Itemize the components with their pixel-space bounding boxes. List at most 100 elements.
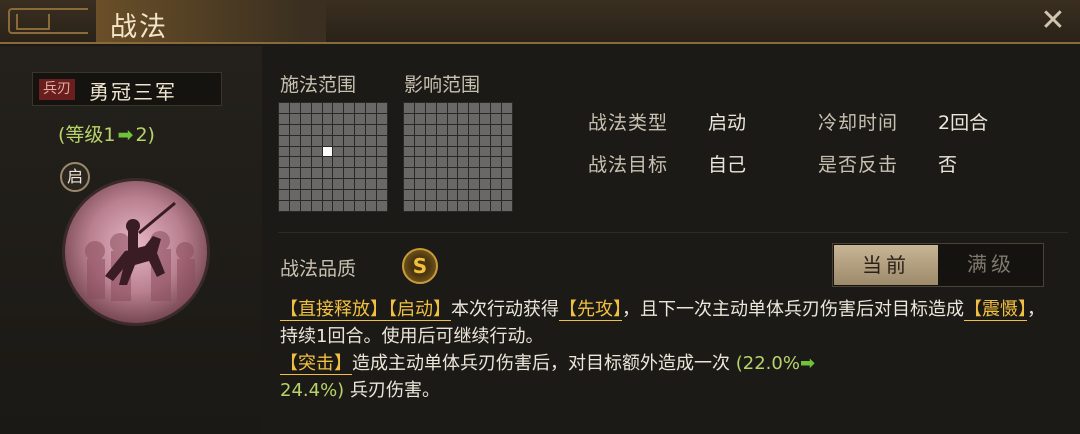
- range-cell: [491, 103, 502, 113]
- range-cell: [344, 168, 355, 179]
- close-icon[interactable]: ✕: [1040, 3, 1065, 38]
- range-cell: [366, 190, 377, 201]
- range-cell: [311, 168, 322, 179]
- range-cell: [355, 113, 366, 124]
- range-cell: [377, 103, 387, 113]
- keyword-tag: 【先攻】: [559, 299, 622, 321]
- range-cell: [491, 201, 502, 211]
- range-cell: [502, 103, 512, 113]
- range-cell: [414, 146, 425, 157]
- range-cell: [425, 124, 436, 135]
- range-cell: [404, 135, 414, 146]
- level-arrow-icon: ➡: [117, 124, 134, 146]
- range-cell: [289, 124, 300, 135]
- range-cell: [404, 124, 414, 135]
- range-cell: [333, 103, 344, 113]
- range-cell: [289, 113, 300, 124]
- range-cell: [333, 135, 344, 146]
- range-cell: [322, 103, 333, 113]
- range-cell: [447, 157, 458, 168]
- divider: [278, 232, 1068, 233]
- skill-quality-label: 战法品质: [280, 258, 357, 280]
- range-cell: [279, 179, 289, 190]
- range-cell: [425, 103, 436, 113]
- range-cell: [289, 201, 300, 211]
- range-cell: [344, 146, 355, 157]
- range-cell: [425, 113, 436, 124]
- range-cell: [355, 157, 366, 168]
- range-cell: [322, 146, 333, 157]
- description-text: 兵刃伤害。: [349, 380, 440, 401]
- range-cell: [436, 190, 447, 201]
- range-cell: [289, 168, 300, 179]
- range-cell: [458, 190, 469, 201]
- range-cell: [414, 135, 425, 146]
- range-cell: [502, 113, 512, 124]
- range-cell: [404, 190, 414, 201]
- close-button[interactable]: ✕: [1038, 6, 1068, 36]
- range-cell: [436, 113, 447, 124]
- range-cell: [436, 124, 447, 135]
- range-cell: [322, 190, 333, 201]
- range-cell: [480, 113, 491, 124]
- range-cell: [366, 201, 377, 211]
- range-cell: [377, 157, 387, 168]
- range-cell: [502, 124, 512, 135]
- range-cell: [279, 124, 289, 135]
- range-cell: [425, 135, 436, 146]
- range-cell: [355, 146, 366, 157]
- range-cell: [425, 201, 436, 211]
- range-cell: [491, 146, 502, 157]
- skill-name: 勇冠三军: [89, 80, 177, 104]
- level-toggle: 当前 满级: [832, 243, 1044, 287]
- max-level-tab[interactable]: 满级: [939, 244, 1043, 286]
- range-cell: [289, 190, 300, 201]
- range-cell: [366, 103, 377, 113]
- range-cell: [311, 190, 322, 201]
- range-cell: [414, 201, 425, 211]
- range-cell: [502, 190, 512, 201]
- range-cell: [491, 179, 502, 190]
- range-cell: [447, 103, 458, 113]
- range-cell: [355, 179, 366, 190]
- range-cell: [311, 124, 322, 135]
- range-cell: [458, 157, 469, 168]
- effect-range-grid: [403, 102, 513, 212]
- range-cell: [344, 124, 355, 135]
- description-text: 造成主动单体兵刃伤害后，对目标额外造成一次: [352, 353, 730, 374]
- range-cell: [436, 135, 447, 146]
- range-cell: [447, 201, 458, 211]
- range-cell: [502, 179, 512, 190]
- range-cell: [377, 179, 387, 190]
- range-cell: [447, 113, 458, 124]
- range-cell: [322, 124, 333, 135]
- range-cell: [300, 190, 311, 201]
- range-cell: [469, 135, 480, 146]
- range-cell: [355, 190, 366, 201]
- range-cell: [333, 146, 344, 157]
- range-cell: [311, 157, 322, 168]
- skill-type-label: 战法类型: [588, 112, 669, 134]
- range-cell: [480, 201, 491, 211]
- level-prefix: (等级1: [58, 124, 116, 146]
- range-cell: [279, 135, 289, 146]
- range-cell: [377, 113, 387, 124]
- range-cell: [333, 113, 344, 124]
- range-cell: [311, 179, 322, 190]
- range-cell: [300, 135, 311, 146]
- skill-description: 【直接释放】【启动】本次行动获得【先攻】，且下一次主动单体兵刃伤害后对目标造成【…: [280, 296, 1060, 404]
- current-level-tab[interactable]: 当前: [834, 245, 938, 285]
- cooldown-value: 2回合: [938, 112, 989, 134]
- range-cell: [458, 168, 469, 179]
- range-cell: [377, 168, 387, 179]
- skill-portrait: [62, 178, 210, 326]
- level-suffix: 2): [135, 124, 155, 146]
- range-cell: [480, 146, 491, 157]
- range-cell: [366, 113, 377, 124]
- range-cell: [458, 146, 469, 157]
- title-bar: 战法 ✕: [0, 0, 1080, 44]
- range-cell: [333, 201, 344, 211]
- range-cell: [414, 157, 425, 168]
- range-cell: [469, 201, 480, 211]
- skill-type-value: 启动: [708, 112, 747, 134]
